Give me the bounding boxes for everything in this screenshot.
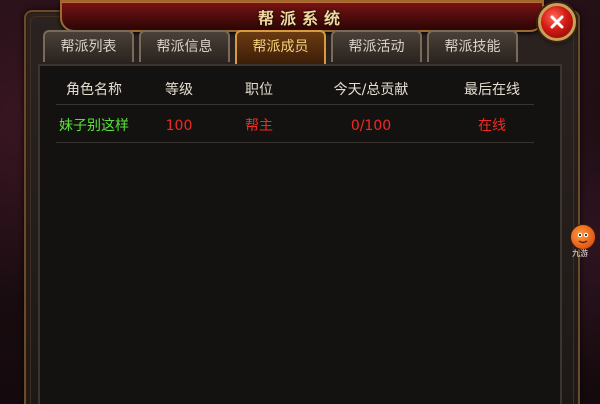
members-content: 角色名称 等级 职位 今天/总贡献 最后在线 妹子别这样 100 帮主 0/10… — [38, 64, 562, 404]
tab-guild-activities[interactable]: 帮派活动 — [331, 30, 422, 62]
assistant-label: 九游 — [572, 249, 588, 258]
header-contribution: 今天/总贡献 — [333, 82, 409, 98]
table-row[interactable]: 妹子别这样 100 帮主 0/100 在线 — [56, 110, 534, 143]
mascot-icon — [570, 224, 596, 250]
tab-guild-info[interactable]: 帮派信息 — [139, 30, 230, 62]
floating-assistant[interactable]: 九游 — [570, 224, 600, 258]
tab-guild-members[interactable]: 帮派成员 — [235, 30, 326, 64]
member-name: 妹子别这样 — [59, 118, 129, 134]
game-background: 帮派系统 帮派列表 帮派信息 帮派成员 帮派活动 帮派技能 角色名称 等级 职位… — [0, 0, 600, 404]
tab-guild-list[interactable]: 帮派列表 — [43, 30, 134, 62]
close-icon — [550, 15, 564, 29]
tab-bar: 帮派列表 帮派信息 帮派成员 帮派活动 帮派技能 — [43, 30, 573, 64]
member-contribution: 0/100 — [350, 118, 392, 134]
member-level: 100 — [165, 118, 193, 134]
window-title: 帮派系统 — [257, 9, 346, 28]
table-header: 角色名称 等级 职位 今天/总贡献 最后在线 — [56, 76, 534, 105]
member-last-online: 在线 — [478, 118, 506, 134]
header-last-online: 最后在线 — [464, 82, 520, 98]
header-name: 角色名称 — [66, 82, 122, 98]
member-position: 帮主 — [245, 118, 273, 134]
header-level: 等级 — [165, 82, 193, 98]
title-banner: 帮派系统 — [60, 0, 544, 32]
header-position: 职位 — [245, 82, 273, 98]
tab-guild-skills[interactable]: 帮派技能 — [427, 30, 518, 62]
